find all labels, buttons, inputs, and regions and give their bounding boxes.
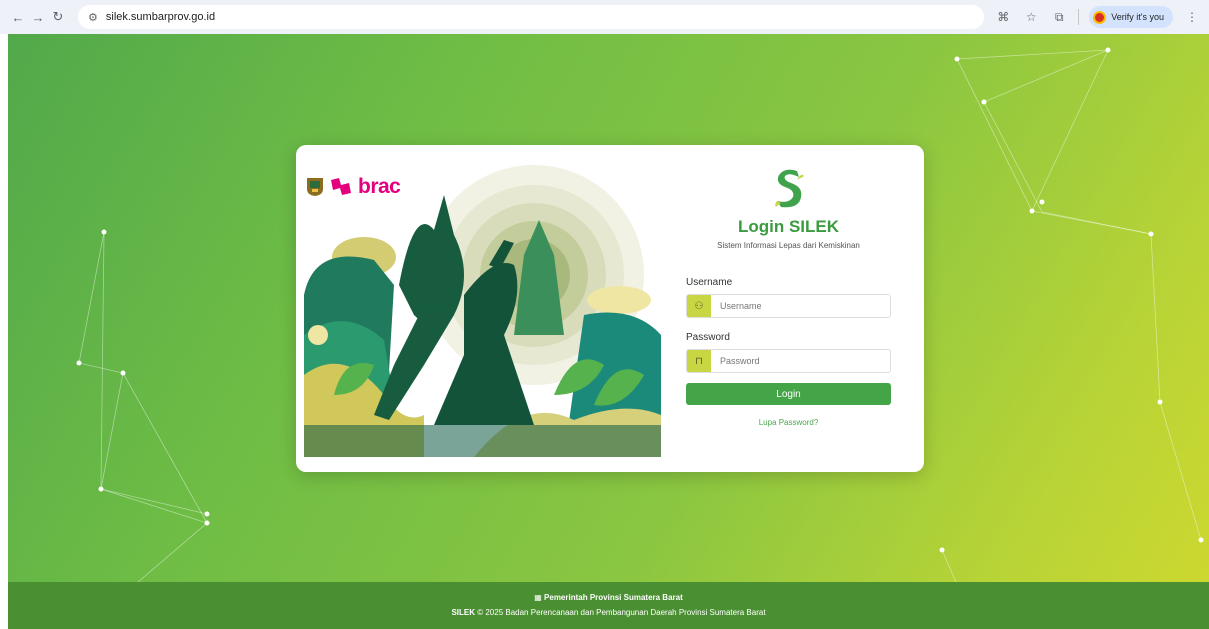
login-form: Login SILEK Sistem Informasi Lepas dari … <box>686 167 891 427</box>
footer-gov-name: Pemerintah Provinsi Sumatera Barat <box>544 593 683 602</box>
password-input[interactable] <box>711 350 890 372</box>
password-group: ⊓ <box>686 349 891 373</box>
profile-label: Verify it's you <box>1111 12 1164 22</box>
building-icon: ▦ <box>534 593 542 602</box>
page-background: brac Login SILEK Sistem Informasi Lepas … <box>8 34 1209 629</box>
extensions-icon[interactable]: ⧉ <box>1050 10 1068 25</box>
profile-button[interactable]: Verify it's you <box>1089 6 1173 28</box>
back-icon[interactable]: ← <box>8 7 28 27</box>
username-label: Username <box>686 277 733 288</box>
brac-logo-text: brac <box>358 175 401 198</box>
forward-icon[interactable]: → <box>28 7 48 27</box>
bookmark-star-icon[interactable]: ☆ <box>1022 10 1040 24</box>
brac-logo-icon <box>331 178 351 195</box>
password-label: Password <box>686 332 730 343</box>
lock-icon: ⊓ <box>687 350 711 372</box>
translate-icon[interactable]: ⌘ <box>994 10 1012 24</box>
login-subtitle: Sistem Informasi Lepas dari Kemiskinan <box>717 241 860 250</box>
reload-icon[interactable]: ↻ <box>48 7 68 27</box>
province-emblem-icon <box>307 178 323 196</box>
username-group: ⚇ <box>686 294 891 318</box>
toolbar-divider <box>1078 9 1080 25</box>
hero-illustration <box>304 165 661 457</box>
login-button[interactable]: Login <box>686 383 891 405</box>
logo-group: brac <box>306 175 401 199</box>
login-title: Login SILEK <box>737 217 840 236</box>
login-card: brac Login SILEK Sistem Informasi Lepas … <box>296 145 924 472</box>
footer-copyright-line: SILEK © 2025 Badan Perencanaan dan Pemba… <box>8 608 1209 617</box>
menu-dots-icon[interactable]: ⋮ <box>1183 10 1201 24</box>
footer-copyright: © 2025 Badan Perencanaan dan Pembangunan… <box>477 608 766 617</box>
address-bar[interactable]: ⚙ silek.sumbarprov.go.id <box>78 5 985 29</box>
site-settings-icon[interactable]: ⚙ <box>88 11 98 24</box>
footer-gov-line: ▦ Pemerintah Provinsi Sumatera Barat <box>8 593 1209 602</box>
forgot-password-link[interactable]: Lupa Password? <box>686 418 891 427</box>
user-icon: ⚇ <box>687 295 711 317</box>
footer-app-name: SILEK <box>451 608 475 617</box>
url-text: silek.sumbarprov.go.id <box>105 11 216 23</box>
silek-logo-icon <box>774 169 804 208</box>
avatar-icon <box>1093 10 1107 24</box>
browser-toolbar: ← → ↻ ⚙ silek.sumbarprov.go.id ⌘ ☆ ⧉ Ver… <box>0 0 1209 34</box>
username-input[interactable] <box>711 295 890 317</box>
page-footer: ▦ Pemerintah Provinsi Sumatera Barat SIL… <box>8 582 1209 629</box>
